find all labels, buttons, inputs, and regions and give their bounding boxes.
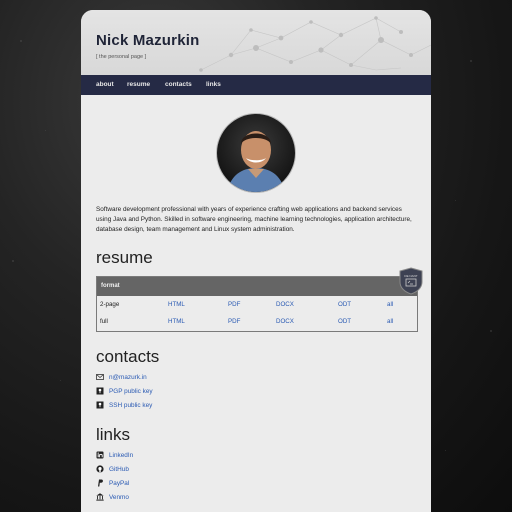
resume-full-pdf-link[interactable]: PDF (228, 318, 240, 325)
resume-2page-odt-link[interactable]: ODT (338, 301, 351, 308)
format-header-label: format (101, 283, 120, 289)
site-title: Nick Mazurkin (96, 32, 200, 49)
contact-pgp-link[interactable]: PGP public key (109, 388, 153, 395)
background-speck (60, 380, 61, 381)
email-icon (96, 374, 104, 380)
nav-item-links[interactable]: links (206, 75, 221, 95)
shield-badge-icon: DE NANT (398, 267, 424, 295)
key-icon (96, 401, 104, 409)
header-banner: Nick Mazurkin [ the personal page ] (81, 10, 431, 75)
table-row: full HTML PDF DOCX ODT all (97, 313, 417, 330)
link-paypal[interactable]: PayPal (109, 480, 129, 487)
nav-item-contacts[interactable]: contacts (165, 75, 192, 95)
resume-table: format 2-page HTML PDF DOCX ODT all full… (96, 276, 418, 332)
site-subtitle: [ the personal page ] (96, 54, 147, 60)
github-icon (96, 465, 104, 473)
profile-photo (216, 113, 296, 193)
resume-full-html-link[interactable]: HTML (168, 318, 185, 325)
bio-text: Software development professional with y… (96, 206, 412, 233)
background-speck (45, 130, 46, 131)
background-speck (12, 260, 14, 262)
background-speck (20, 40, 22, 42)
key-icon (96, 387, 104, 395)
resume-row-label: 2-page (100, 301, 120, 308)
nav-item-resume[interactable]: resume (127, 75, 150, 95)
links-heading: links (96, 425, 131, 444)
resume-full-docx-link[interactable]: DOCX (276, 318, 294, 325)
linkedin-icon (96, 451, 104, 459)
bank-icon (96, 493, 104, 501)
link-venmo[interactable]: Venmo (109, 494, 129, 501)
resume-full-odt-link[interactable]: ODT (338, 318, 351, 325)
background-speck (445, 450, 446, 451)
resume-full-all-link[interactable]: all (387, 318, 393, 325)
resume-table-header: format (97, 277, 417, 296)
contacts-heading: contacts (96, 347, 160, 366)
background-speck (470, 60, 472, 62)
page-card: Nick Mazurkin [ the personal page ] abou… (81, 10, 431, 512)
contact-email-link[interactable]: n@mazurk.in (109, 374, 147, 381)
resume-2page-docx-link[interactable]: DOCX (276, 301, 294, 308)
nav-bar: about resume contacts links (81, 75, 431, 95)
resume-2page-all-link[interactable]: all (387, 301, 393, 308)
link-linkedin[interactable]: LinkedIn (109, 452, 133, 459)
background-speck (455, 200, 456, 201)
nav-item-about[interactable]: about (96, 75, 114, 95)
link-github[interactable]: GitHub (109, 466, 129, 473)
badge-text: DE NANT (404, 274, 417, 278)
resume-row-label: full (100, 318, 108, 325)
resume-2page-pdf-link[interactable]: PDF (228, 301, 240, 308)
table-row: 2-page HTML PDF DOCX ODT all (97, 296, 417, 313)
resume-2page-html-link[interactable]: HTML (168, 301, 185, 308)
resume-heading: resume (96, 248, 153, 267)
contact-ssh-link[interactable]: SSH public key (109, 402, 152, 409)
paypal-icon (98, 479, 103, 487)
background-speck (490, 330, 492, 332)
